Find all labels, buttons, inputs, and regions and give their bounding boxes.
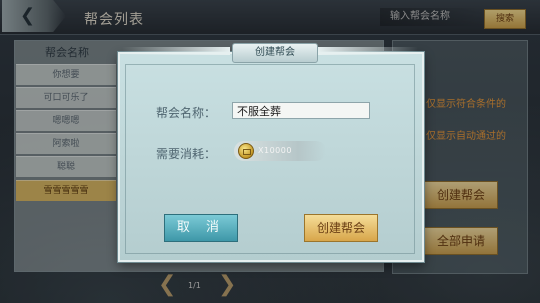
dialog-title-wing-right [318, 47, 418, 55]
guild-name-input[interactable]: 不服全葬 [232, 102, 370, 119]
guild-name-label: 帮会名称： [156, 106, 217, 120]
cost-value: X10000 [258, 146, 292, 155]
confirm-create-button[interactable]: 创建帮会 [304, 214, 378, 242]
coin-icon [238, 143, 254, 159]
cancel-button[interactable]: 取 消 [164, 214, 238, 242]
dialog-title-wing-left [122, 47, 230, 55]
dialog-title: 创建帮会 [232, 43, 318, 63]
cost-label: 需要消耗： [156, 147, 217, 161]
